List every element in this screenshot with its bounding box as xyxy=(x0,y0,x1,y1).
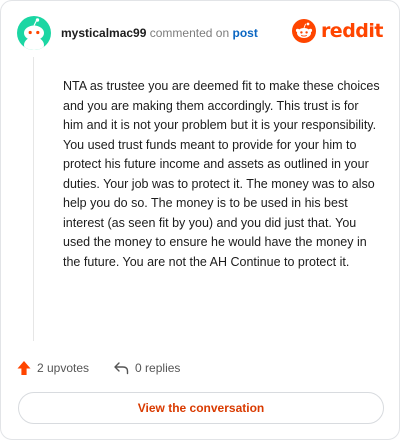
commented-on-text: commented on xyxy=(149,26,230,40)
upvote-arrow-icon xyxy=(17,361,31,375)
reddit-snoo-icon xyxy=(291,19,316,43)
comment-header: mysticalmac99 commented on post xyxy=(61,26,258,40)
reply-arrow-icon xyxy=(114,362,129,375)
thread-line xyxy=(33,57,34,341)
user-avatar[interactable] xyxy=(17,16,51,50)
view-conversation-button[interactable]: View the conversation xyxy=(18,392,384,424)
reddit-logo[interactable]: reddit xyxy=(291,19,384,43)
upvote-button[interactable]: 2 upvotes xyxy=(17,360,89,376)
comment-body: NTA as trustee you are deemed fit to mak… xyxy=(63,79,380,269)
comment-embed-card: mysticalmac99 commented on post reddit N… xyxy=(0,0,400,440)
upvote-count: 2 upvotes xyxy=(37,361,90,375)
snoo-avatar-icon xyxy=(24,18,44,50)
reddit-wordmark: reddit xyxy=(320,20,384,42)
reply-count: 0 replies xyxy=(135,361,181,375)
post-link[interactable]: post xyxy=(232,26,257,40)
reply-button[interactable]: 0 replies xyxy=(113,361,180,375)
comment-actions: 2 upvotes 0 replies xyxy=(17,358,180,378)
username-link[interactable]: mysticalmac99 xyxy=(61,26,146,40)
